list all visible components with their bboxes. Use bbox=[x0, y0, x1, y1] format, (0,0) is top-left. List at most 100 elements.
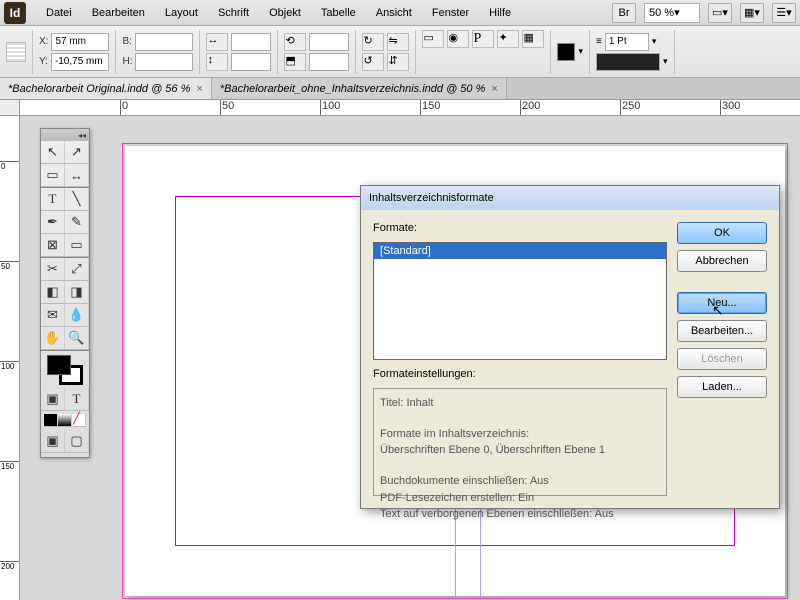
bridge-button[interactable]: Br bbox=[612, 3, 636, 23]
vertical-ruler[interactable]: 0 50 100 150 200 bbox=[0, 116, 20, 600]
formats-listbox[interactable]: [Standard] bbox=[373, 242, 667, 360]
shear-icon[interactable]: ⬒ bbox=[284, 53, 306, 71]
settings-label: Formateinstellungen: bbox=[373, 368, 667, 380]
fill-swatch[interactable] bbox=[557, 43, 575, 61]
formatting-text-icon[interactable]: T bbox=[65, 388, 89, 410]
h-field[interactable] bbox=[135, 53, 193, 71]
fill-stroke-swatch[interactable] bbox=[47, 355, 83, 385]
tab-label: *Bachelorarbeit Original.indd @ 56 % bbox=[8, 83, 190, 95]
reference-point-widget[interactable] bbox=[6, 42, 26, 62]
chevron-down-icon[interactable]: ▾ bbox=[652, 36, 657, 47]
menu-schrift[interactable]: Schrift bbox=[208, 3, 259, 23]
load-button[interactable]: Laden... bbox=[677, 376, 767, 398]
cancel-button[interactable]: Abbrechen bbox=[677, 250, 767, 272]
apply-none-icon[interactable]: ╱ bbox=[72, 414, 86, 426]
arrange-button[interactable]: ▦▾ bbox=[740, 3, 764, 23]
line-tool[interactable]: ╲ bbox=[65, 188, 89, 210]
wrap-icon[interactable]: ▦ bbox=[522, 30, 544, 48]
horizontal-ruler[interactable]: 0 50 100 150 200 250 300 bbox=[20, 100, 800, 116]
menu-datei[interactable]: Datei bbox=[36, 3, 82, 23]
selection-tool[interactable]: ↖ bbox=[41, 141, 65, 163]
format-item-standard[interactable]: [Standard] bbox=[374, 243, 666, 259]
panel-collapse-icon[interactable]: ◂◂ bbox=[41, 129, 89, 141]
new-button[interactable]: Neu... bbox=[677, 292, 767, 314]
menu-ansicht[interactable]: Ansicht bbox=[366, 3, 422, 23]
effects-icon[interactable]: ✦ bbox=[497, 30, 519, 48]
scissors-tool[interactable]: ✂ bbox=[41, 258, 65, 280]
type-tool[interactable]: T bbox=[41, 188, 65, 210]
zoom-value: 50 % bbox=[649, 7, 674, 19]
apply-gradient-icon[interactable] bbox=[58, 414, 72, 426]
gradient-feather-tool[interactable]: ◨ bbox=[65, 281, 89, 303]
pencil-tool[interactable]: ✎ bbox=[65, 211, 89, 233]
edit-button[interactable]: Bearbeiten... bbox=[677, 320, 767, 342]
ruler-tick: 150 bbox=[420, 100, 440, 115]
y-label: Y: bbox=[39, 56, 48, 67]
w-field[interactable] bbox=[135, 33, 193, 51]
tools-panel[interactable]: ◂◂ ↖↗ ▭↔ T╲ ✒✎ ⊠▭ ✂⤢ ◧◨ ✉💧 ✋🔍 ▣T ╱ ▣▢ bbox=[40, 128, 90, 458]
fit-content-icon[interactable]: ▭ bbox=[422, 30, 444, 48]
document-tabbar: *Bachelorarbeit Original.indd @ 56 % × *B… bbox=[0, 78, 800, 100]
chevron-down-icon[interactable]: ▾ bbox=[663, 56, 668, 67]
menu-tabelle[interactable]: Tabelle bbox=[311, 3, 366, 23]
settings-opt1: Buchdokumente einschließen: Aus bbox=[380, 473, 660, 490]
scale-y-field[interactable] bbox=[231, 53, 271, 71]
page-tool[interactable]: ▭ bbox=[41, 164, 65, 186]
menu-bearbeiten[interactable]: Bearbeiten bbox=[82, 3, 155, 23]
close-icon[interactable]: × bbox=[196, 83, 202, 95]
fill-swatch[interactable] bbox=[47, 355, 71, 375]
stroke-style-field[interactable] bbox=[596, 53, 660, 71]
tab-doc-1[interactable]: *Bachelorarbeit Original.indd @ 56 % × bbox=[0, 78, 212, 99]
shear-field[interactable] bbox=[309, 53, 349, 71]
zoom-tool[interactable]: 🔍 bbox=[65, 327, 89, 349]
gradient-swatch-tool[interactable]: ◧ bbox=[41, 281, 65, 303]
menu-objekt[interactable]: Objekt bbox=[259, 3, 311, 23]
rotate-cw-button[interactable]: ↻ bbox=[362, 33, 384, 51]
scale-y-icon[interactable]: ↕ bbox=[206, 53, 228, 71]
rotate-icon[interactable]: ⟲ bbox=[284, 33, 306, 51]
direct-selection-tool[interactable]: ↗ bbox=[65, 141, 89, 163]
note-tool[interactable]: ✉ bbox=[41, 304, 65, 326]
close-icon[interactable]: × bbox=[491, 83, 497, 95]
scale-x-icon[interactable]: ↔ bbox=[206, 33, 228, 51]
content-grab-icon[interactable]: ◉ bbox=[447, 30, 469, 48]
hand-tool[interactable]: ✋ bbox=[41, 327, 65, 349]
rectangle-tool[interactable]: ▭ bbox=[65, 234, 89, 256]
view-mode-normal[interactable]: ▣ bbox=[41, 430, 65, 452]
ruler-tick: 300 bbox=[720, 100, 740, 115]
ok-button[interactable]: OK bbox=[677, 222, 767, 244]
stroke-weight-field[interactable] bbox=[605, 33, 649, 51]
ruler-origin[interactable] bbox=[0, 100, 20, 116]
ruler-tick: 200 bbox=[0, 561, 19, 571]
formatting-container-icon[interactable]: ▣ bbox=[41, 388, 65, 410]
menu-fenster[interactable]: Fenster bbox=[422, 3, 479, 23]
eyedropper-tool[interactable]: 💧 bbox=[65, 304, 89, 326]
format-settings-readonly: Titel: Inhalt Formate im Inhaltsverzeich… bbox=[373, 388, 667, 496]
ruler-tick: 200 bbox=[520, 100, 540, 115]
zoom-level-field[interactable]: 50 % ▾ bbox=[644, 3, 700, 23]
flip-h-button[interactable]: ⇋ bbox=[387, 33, 409, 51]
menu-hilfe[interactable]: Hilfe bbox=[479, 3, 521, 23]
apply-color-icon[interactable] bbox=[44, 414, 58, 426]
screen-mode-button[interactable]: ▭▾ bbox=[708, 3, 732, 23]
scale-x-field[interactable] bbox=[231, 33, 271, 51]
flip-v-button[interactable]: ⇵ bbox=[387, 53, 409, 71]
tab-doc-2[interactable]: *Bachelorarbeit_ohne_Inhaltsverzeichnis.… bbox=[212, 78, 507, 99]
pen-tool[interactable]: ✒ bbox=[41, 211, 65, 233]
settings-sec1-head: Formate im Inhaltsverzeichnis: bbox=[380, 426, 660, 443]
rotate-ccw-button[interactable]: ↺ bbox=[362, 53, 384, 71]
x-field[interactable] bbox=[51, 33, 109, 51]
menubar: Id Datei Bearbeiten Layout Schrift Objek… bbox=[0, 0, 800, 26]
ruler-tick: 100 bbox=[320, 100, 340, 115]
chevron-down-icon[interactable]: ▾ bbox=[578, 46, 583, 57]
gap-tool[interactable]: ↔ bbox=[65, 164, 89, 186]
rectangle-frame-tool[interactable]: ⊠ bbox=[41, 234, 65, 256]
view-mode-preview[interactable]: ▢ bbox=[65, 430, 89, 452]
ruler-tick: 50 bbox=[0, 261, 19, 271]
free-transform-tool[interactable]: ⤢ bbox=[65, 258, 89, 280]
p-icon[interactable]: P bbox=[472, 30, 494, 48]
workspace-button[interactable]: ☰▾ bbox=[772, 3, 796, 23]
y-field[interactable] bbox=[51, 53, 109, 71]
menu-layout[interactable]: Layout bbox=[155, 3, 208, 23]
rotate-field[interactable] bbox=[309, 33, 349, 51]
